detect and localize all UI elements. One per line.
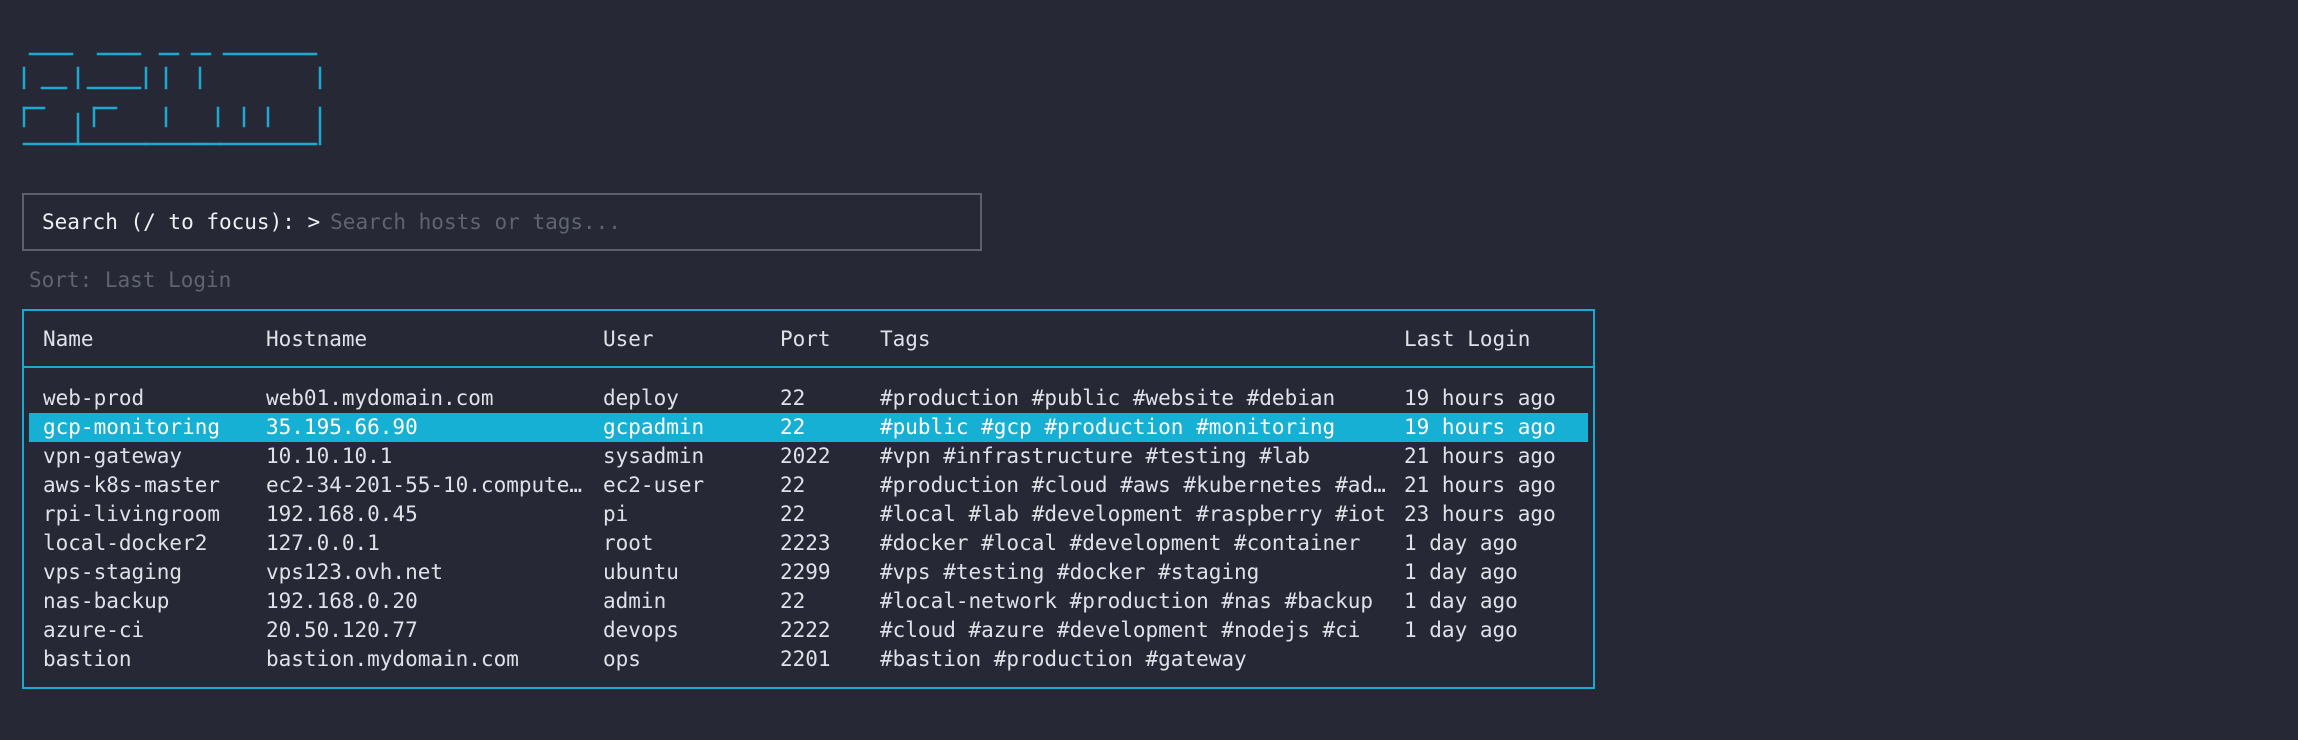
table-row[interactable]: web-prod web01.mydomain.com deploy 22 #p… bbox=[29, 384, 1588, 413]
search-label: Search (/ to focus): > bbox=[42, 210, 321, 234]
host-tags: #cloud #azure #development #nodejs #ci bbox=[880, 618, 1361, 642]
table-row[interactable]: rpi-livingroom 192.168.0.45 pi 22 #local… bbox=[29, 500, 1588, 529]
hosts-table: Name Hostname User Port Tags Last Login … bbox=[22, 309, 1595, 689]
host-port: 22 bbox=[780, 386, 806, 410]
host-last-login: 19 hours ago bbox=[1404, 386, 1556, 410]
host-hostname: bastion.mydomain.com bbox=[266, 647, 519, 671]
host-name: local-docker2 bbox=[43, 531, 208, 555]
column-header-tags[interactable]: Tags bbox=[880, 325, 1400, 354]
host-user: pi bbox=[603, 502, 629, 526]
host-hostname: ec2-34-201-55-10.compute… bbox=[266, 473, 583, 497]
host-last-login: 19 hours ago bbox=[1404, 415, 1556, 439]
host-port: 22 bbox=[780, 473, 806, 497]
table-row[interactable]: vpn-gateway 10.10.10.1 sysadmin 2022 #vp… bbox=[29, 442, 1588, 471]
host-tags: #local-network #production #nas #backup bbox=[880, 589, 1374, 613]
host-user: ubuntu bbox=[603, 560, 679, 584]
host-user: devops bbox=[603, 618, 679, 642]
host-port: 22 bbox=[780, 589, 806, 613]
host-port: 2201 bbox=[780, 647, 831, 671]
host-tags: #production #public #website #debian bbox=[880, 386, 1336, 410]
host-name: vpn-gateway bbox=[43, 444, 183, 468]
table-row-selected[interactable]: gcp-monitoring 35.195.66.90 gcpadmin 22 … bbox=[29, 413, 1588, 442]
host-name: nas-backup bbox=[43, 589, 170, 613]
host-port: 2222 bbox=[780, 618, 831, 642]
search-input[interactable] bbox=[330, 210, 971, 234]
host-hostname: 10.10.10.1 bbox=[266, 444, 393, 468]
host-last-login: 1 day ago bbox=[1404, 618, 1518, 642]
column-header-hostname[interactable]: Hostname bbox=[266, 325, 596, 354]
host-tags: #public #gcp #production #monitoring bbox=[880, 415, 1336, 439]
table-header: Name Hostname User Port Tags Last Login bbox=[24, 311, 1593, 368]
host-port: 22 bbox=[780, 502, 806, 526]
ascii-logo-art bbox=[22, 52, 322, 146]
host-user: ops bbox=[603, 647, 641, 671]
table-row[interactable]: nas-backup 192.168.0.20 admin 22 #local-… bbox=[29, 587, 1588, 616]
host-hostname: 20.50.120.77 bbox=[266, 618, 418, 642]
host-tags: #vpn #infrastructure #testing #lab bbox=[880, 444, 1310, 468]
host-hostname: 127.0.0.1 bbox=[266, 531, 380, 555]
sort-indicator: Sort: Last Login bbox=[29, 268, 232, 292]
host-last-login: 1 day ago bbox=[1404, 560, 1518, 584]
table-row[interactable]: vps-staging vps123.ovh.net ubuntu 2299 #… bbox=[29, 558, 1588, 587]
host-tags: #production #cloud #aws #kubernetes #ad… bbox=[880, 473, 1386, 497]
host-hostname: web01.mydomain.com bbox=[266, 386, 494, 410]
host-last-login: 21 hours ago bbox=[1404, 444, 1556, 468]
host-hostname: 192.168.0.20 bbox=[266, 589, 418, 613]
host-hostname: vps123.ovh.net bbox=[266, 560, 444, 584]
host-last-login: 1 day ago bbox=[1404, 589, 1518, 613]
host-user: sysadmin bbox=[603, 444, 705, 468]
host-port: 22 bbox=[780, 415, 806, 439]
host-name: web-prod bbox=[43, 386, 145, 410]
host-user: deploy bbox=[603, 386, 679, 410]
column-header-port[interactable]: Port bbox=[780, 325, 875, 354]
table-row[interactable]: azure-ci 20.50.120.77 devops 2222 #cloud… bbox=[29, 616, 1588, 645]
table-header-row: Name Hostname User Port Tags Last Login bbox=[29, 325, 1588, 354]
host-last-login: 23 hours ago bbox=[1404, 502, 1556, 526]
column-header-last-login[interactable]: Last Login bbox=[1404, 325, 1584, 354]
host-user: gcpadmin bbox=[603, 415, 705, 439]
table-row[interactable]: bastion bastion.mydomain.com ops 2201 #b… bbox=[29, 645, 1588, 674]
host-user: root bbox=[603, 531, 654, 555]
host-name: gcp-monitoring bbox=[43, 415, 221, 439]
terminal-app: Search (/ to focus): > Sort: Last Login … bbox=[0, 0, 2298, 740]
host-tags: #local #lab #development #raspberry #iot bbox=[880, 502, 1386, 526]
host-tags: #bastion #production #gateway bbox=[880, 647, 1247, 671]
table-row[interactable]: aws-k8s-master ec2-34-201-55-10.compute…… bbox=[29, 471, 1588, 500]
search-box[interactable]: Search (/ to focus): > bbox=[22, 193, 982, 251]
host-name: bastion bbox=[43, 647, 132, 671]
app-logo bbox=[16, 36, 336, 156]
table-row[interactable]: local-docker2 127.0.0.1 root 2223 #docke… bbox=[29, 529, 1588, 558]
column-header-user[interactable]: User bbox=[603, 325, 773, 354]
host-name: aws-k8s-master bbox=[43, 473, 221, 497]
host-hostname: 35.195.66.90 bbox=[266, 415, 418, 439]
host-name: rpi-livingroom bbox=[43, 502, 221, 526]
host-last-login: 1 day ago bbox=[1404, 531, 1518, 555]
host-port: 2223 bbox=[780, 531, 831, 555]
host-name: azure-ci bbox=[43, 618, 145, 642]
host-user: admin bbox=[603, 589, 667, 613]
host-port: 2022 bbox=[780, 444, 831, 468]
host-tags: #docker #local #development #container bbox=[880, 531, 1361, 555]
host-last-login: 21 hours ago bbox=[1404, 473, 1556, 497]
host-tags: #vps #testing #docker #staging bbox=[880, 560, 1260, 584]
host-name: vps-staging bbox=[43, 560, 183, 584]
host-hostname: 192.168.0.45 bbox=[266, 502, 418, 526]
host-port: 2299 bbox=[780, 560, 831, 584]
host-user: ec2-user bbox=[603, 473, 705, 497]
column-header-name[interactable]: Name bbox=[43, 325, 263, 354]
